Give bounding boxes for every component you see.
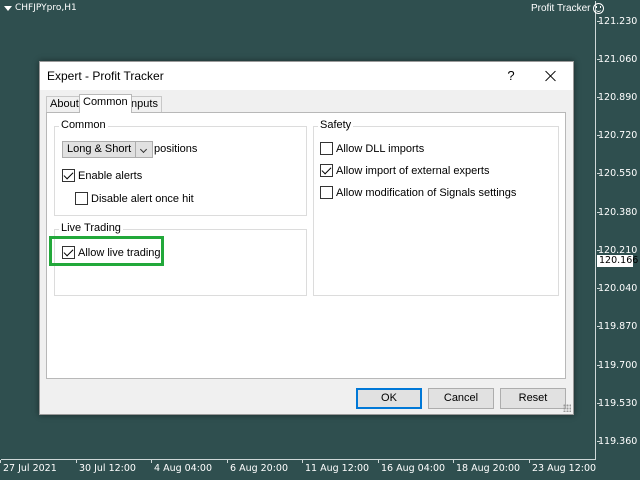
checkbox-box <box>320 186 333 199</box>
expert-indicator[interactable]: Profit Tracker <box>531 3 605 14</box>
close-icon[interactable] <box>532 62 570 90</box>
allow-external-experts-checkbox[interactable]: Allow import of external experts <box>320 164 489 177</box>
positions-select[interactable]: Long & Short <box>62 141 154 158</box>
common-group: Common Long & Short positions Enable ale… <box>54 119 307 216</box>
positions-label: positions <box>154 143 198 155</box>
checkbox-box <box>320 142 333 155</box>
disable-alert-once-hit-label: Disable alert once hit <box>91 192 194 205</box>
price-tick: 119.360 <box>597 436 638 447</box>
price-tick: 120.210 <box>597 245 638 256</box>
price-tick: 120.380 <box>597 207 638 218</box>
price-axis: 121.230 121.060 120.890 120.720 120.550 … <box>597 0 640 480</box>
dropdown-triangle-icon <box>4 5 12 11</box>
time-axis: 27 Jul 2021 30 Jul 12:00 4 Aug 04:00 6 A… <box>0 460 597 480</box>
checkbox-box <box>62 169 75 182</box>
checkbox-box <box>320 164 333 177</box>
highlight-box <box>49 236 164 266</box>
tab-common[interactable]: Common <box>79 94 132 113</box>
disable-alert-once-hit-checkbox[interactable]: Disable alert once hit <box>75 192 194 205</box>
symbol-selector[interactable]: CHFJPYpro,H1 <box>4 3 77 13</box>
positions-select-value: Long & Short <box>63 142 137 157</box>
allow-signals-modification-checkbox[interactable]: Allow modification of Signals settings <box>320 186 516 199</box>
price-tick: 120.550 <box>597 168 638 179</box>
price-tick: 119.530 <box>597 398 638 409</box>
price-tick: 121.230 <box>597 16 638 27</box>
price-tick: 120.040 <box>597 283 638 294</box>
safety-group: Safety Allow DLL imports Allow import of… <box>313 119 559 296</box>
safety-group-title: Safety <box>318 119 354 131</box>
live-trading-group-title: Live Trading <box>59 222 123 234</box>
price-tick: 120.720 <box>597 130 638 141</box>
resize-grip-icon[interactable] <box>563 404 571 412</box>
price-tick: 120.890 <box>597 92 638 103</box>
price-tick: 121.060 <box>597 54 638 65</box>
enable-alerts-checkbox[interactable]: Enable alerts <box>62 169 142 182</box>
allow-external-experts-label: Allow import of external experts <box>336 164 490 177</box>
allow-dll-imports-checkbox[interactable]: Allow DLL imports <box>320 142 424 155</box>
reset-button[interactable]: Reset <box>500 388 566 409</box>
chevron-down-icon <box>136 142 152 157</box>
checkbox-box <box>75 192 88 205</box>
tab-about[interactable]: About <box>46 96 83 112</box>
symbol-label: CHFJPYpro,H1 <box>15 3 77 13</box>
dialog-title: Expert - Profit Tracker <box>47 69 164 83</box>
current-price-tag: 120.166 <box>597 255 639 267</box>
allow-signals-modification-label: Allow modification of Signals settings <box>336 186 517 199</box>
price-tick: 119.700 <box>597 360 638 371</box>
help-button[interactable]: ? <box>495 62 527 90</box>
price-tick: 119.870 <box>597 321 638 332</box>
ok-button[interactable]: OK <box>356 388 422 409</box>
enable-alerts-label: Enable alerts <box>78 169 143 182</box>
common-group-title: Common <box>59 119 108 131</box>
dialog-titlebar[interactable]: Expert - Profit Tracker ? <box>40 62 573 90</box>
allow-dll-imports-label: Allow DLL imports <box>336 142 425 155</box>
cancel-button[interactable]: Cancel <box>428 388 494 409</box>
expert-name: Profit Tracker <box>531 3 591 14</box>
